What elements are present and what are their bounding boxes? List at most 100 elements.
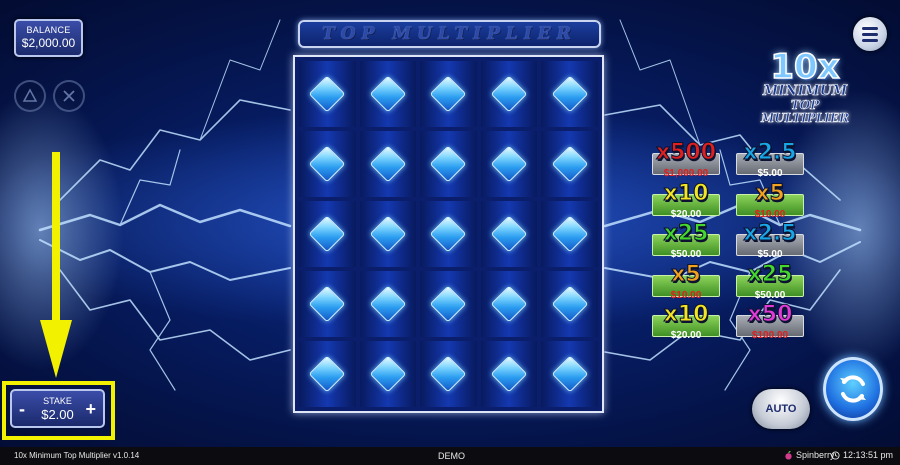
diamond-gem-icon [308,145,346,183]
diamond-gem-icon [551,355,589,393]
prize-entry: $10.00 x5 [652,261,720,302]
prize-value: $5.00 [757,168,783,179]
logo-line1: MINIMUM [762,83,848,99]
diamond-gem-icon [308,285,346,323]
grid-cell[interactable] [420,271,477,337]
prize-multiplier: x2.5 [743,221,797,247]
diamond-gem-icon [369,285,407,323]
diamond-gem-icon [551,75,589,113]
grid-cell[interactable] [420,341,477,407]
prize-multiplier: x2.5 [743,140,797,165]
brand-name: Spinberry [796,450,835,460]
grid-cell[interactable] [299,131,356,197]
prize-value: $100.00 [751,330,789,342]
prize-value: $5.00 [757,249,783,261]
scratch-grid [293,55,604,413]
grid-cell[interactable] [480,61,538,127]
yellow-arrow-annotation [40,152,72,378]
prize-value: $20.00 [670,330,702,342]
prize-value: $20.00 [670,208,702,220]
menu-button[interactable] [853,17,887,51]
diamond-gem-icon [430,75,467,113]
prize-multiplier: x50 [747,302,793,328]
grid-cell[interactable] [420,61,477,127]
game-version: 10x Minimum Top Multiplier v1.0.14 [14,451,140,460]
grid-cell[interactable] [299,61,356,127]
grid-cell[interactable] [480,201,538,267]
grid-cell[interactable] [299,341,356,407]
grid-cell[interactable] [541,341,598,407]
grid-cell[interactable] [541,131,598,197]
grid-cell[interactable] [420,201,477,267]
prize-multiplier: x25 [747,261,793,287]
diamond-gem-icon [369,215,407,253]
tools-icon[interactable] [53,80,85,112]
alert-triangle-icon[interactable] [14,80,46,112]
grid-cell[interactable] [541,271,598,337]
prize-multiplier: x25 [663,221,709,247]
grid-cell[interactable] [299,271,356,337]
prize-multiplier: x10 [663,302,709,328]
game-title-plate: TOP MULTIPLIER [298,20,601,48]
prize-value: $1,000.00 [663,168,709,179]
grid-cell[interactable] [359,131,417,197]
diamond-gem-icon [490,75,528,113]
prize-table: $1,000.00 x500 $5.00 x2.5 $20.00 x10 $10.00 x5 $… [652,140,806,343]
prize-entry: $50.00 x25 [736,261,804,302]
prize-entry: $20.00 x10 [652,302,720,342]
diamond-gem-icon [430,355,467,393]
prize-entry: $100.00 x50 [736,302,804,342]
prize-entry: $50.00 x25 [652,221,720,261]
grid-cell[interactable] [299,201,356,267]
prize-multiplier: x500 [655,140,717,165]
clock-icon [831,450,840,460]
logo-multiplier: 10x [770,47,841,87]
grid-cell[interactable] [359,61,417,127]
prize-entry: $1,000.00 x500 [652,140,720,180]
auto-play-button[interactable]: AUTO [752,389,810,429]
grid-cell[interactable] [420,131,477,197]
diamond-gem-icon [551,285,589,323]
brand: Spinberry [784,450,835,460]
spinberry-logo-icon [785,450,792,460]
grid-cell[interactable] [359,271,417,337]
diamond-gem-icon [490,285,528,323]
diamond-gem-icon [490,215,528,253]
play-button[interactable] [823,357,883,421]
grid-cell[interactable] [541,61,598,127]
balance-display: BALANCE $2,000.00 [14,19,83,57]
clock: 12:13:51 pm [831,450,893,460]
diamond-gem-icon [490,145,528,183]
prize-entry: $10.00 x5 [736,180,804,221]
grid-cell[interactable] [359,341,417,407]
prize-multiplier: x5 [755,180,786,206]
refresh-icon [840,375,866,403]
diamond-gem-icon [551,145,589,183]
grid-cell[interactable] [480,341,538,407]
game-stage: BALANCE $2,000.00 TOP MULTIPLIER 10x MIN… [0,0,900,447]
diamond-gem-icon [308,215,346,253]
game-title: TOP MULTIPLIER [322,24,577,44]
prize-entry: $5.00 x2.5 [736,221,804,261]
prize-value: $10.00 [754,208,786,220]
diamond-gem-icon [308,355,346,393]
prize-value: $50.00 [754,289,786,301]
game-logo: 10x MINIMUM TOP MULTIPLIER [745,47,865,140]
diamond-gem-icon [430,215,467,253]
grid-cells [299,61,598,407]
hamburger-icon [862,26,878,30]
grid-cell[interactable] [541,201,598,267]
prize-value: $50.00 [670,249,702,261]
diamond-gem-icon [490,355,528,393]
stake-decrease-button[interactable]: - [19,400,25,418]
grid-cell[interactable] [480,271,538,337]
play-mode: DEMO [438,451,465,461]
diamond-gem-icon [308,75,346,113]
grid-cell[interactable] [480,131,538,197]
prize-multiplier: x5 [671,261,702,287]
diamond-gem-icon [551,215,589,253]
grid-cell[interactable] [359,201,417,267]
prize-multiplier: x10 [663,180,709,206]
clock-time: 12:13:51 pm [843,450,894,460]
stake-increase-button[interactable]: + [85,400,96,418]
